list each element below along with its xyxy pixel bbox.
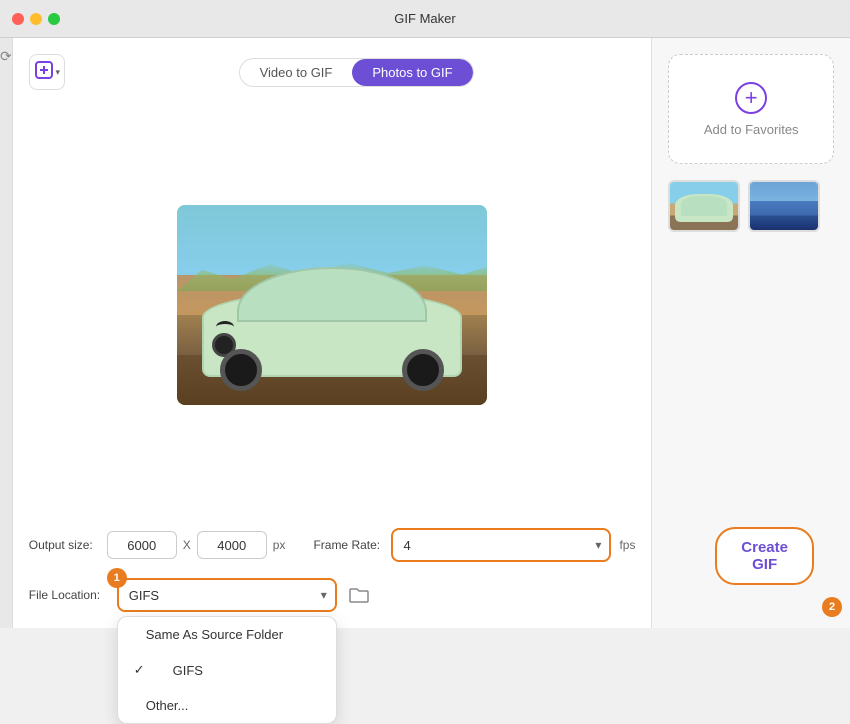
size-row: Output size: X px Frame Rate: 4 8 12 24	[29, 528, 636, 562]
right-panel: + Add to Favorites 2 C	[651, 38, 850, 628]
file-location-badge: 1	[107, 568, 127, 588]
file-location-select[interactable]: Same As Source Folder GIFS Other...	[117, 578, 337, 612]
window-controls	[12, 13, 60, 25]
image-area	[29, 106, 636, 504]
left-sidebar: ⟳	[0, 38, 13, 628]
window-title: GIF Maker	[394, 11, 455, 26]
folder-browse-button[interactable]	[345, 581, 373, 609]
file-location-row: File Location: 1 Same As Source Folder G…	[29, 578, 636, 612]
left-panel: ▾ Video to GIF Photos to GIF	[13, 38, 652, 628]
sidebar-icon[interactable]: ⟳	[0, 48, 12, 65]
tab-group: Video to GIF Photos to GIF	[239, 58, 474, 87]
fps-unit: fps	[619, 538, 635, 552]
frame-rate-group: Frame Rate: 4 8 12 24 fps	[313, 528, 635, 562]
output-size-label: Output size:	[29, 538, 99, 552]
bottom-controls: Output size: X px Frame Rate: 4 8 12 24	[29, 520, 636, 612]
create-gif-button[interactable]: Create GIF	[715, 527, 814, 585]
thumb-bridge-image	[750, 182, 818, 230]
add-button[interactable]: ▾	[29, 54, 65, 90]
plus-symbol: +	[745, 87, 758, 109]
file-location-label: File Location:	[29, 588, 109, 602]
same-as-source-label: Same As Source Folder	[146, 627, 283, 642]
favorites-label: Add to Favorites	[704, 122, 799, 137]
tab-video-to-gif[interactable]: Video to GIF	[240, 59, 353, 86]
main-content: ⟳ ▾ Video to GIF Photos to GIF	[0, 38, 850, 628]
right-panel-bottom: 2 Create GIF	[668, 232, 834, 612]
width-input[interactable]	[107, 531, 177, 559]
file-location-dropdown: Same As Source Folder GIFS Other...	[117, 616, 337, 724]
toolbar: ▾ Video to GIF Photos to GIF	[29, 54, 636, 90]
size-inputs: X px	[107, 531, 286, 559]
add-arrow-icon: ▾	[55, 67, 60, 78]
fps-select-wrapper: 4 8 12 24	[391, 528, 611, 562]
thumbnail-car[interactable]	[668, 180, 740, 232]
x-separator: X	[183, 538, 191, 552]
dropdown-gifs[interactable]: GIFS	[118, 652, 336, 688]
fps-select[interactable]: 4 8 12 24	[391, 528, 611, 562]
dropdown-same-as-source[interactable]: Same As Source Folder	[118, 617, 336, 652]
frame-rate-label: Frame Rate:	[313, 538, 383, 552]
minimize-button[interactable]	[30, 13, 42, 25]
thumbnails-row	[668, 180, 834, 232]
close-button[interactable]	[12, 13, 24, 25]
maximize-button[interactable]	[48, 13, 60, 25]
px-unit: px	[273, 538, 286, 552]
other-label: Other...	[146, 698, 189, 713]
file-location-wrapper: 1 Same As Source Folder GIFS Other...	[117, 578, 337, 612]
dropdown-other[interactable]: Other...	[118, 688, 336, 723]
thumbnail-bridge[interactable]	[748, 180, 820, 232]
tab-photos-to-gif[interactable]: Photos to GIF	[352, 59, 472, 86]
title-bar: GIF Maker	[0, 0, 850, 38]
gifs-label: GIFS	[173, 663, 203, 678]
thumb-car-image	[670, 182, 738, 230]
add-icon	[33, 59, 55, 85]
favorites-plus-icon[interactable]: +	[735, 82, 767, 114]
favorites-area: + Add to Favorites	[668, 54, 834, 164]
file-loc-select-wrapper: Same As Source Folder GIFS Other...	[117, 578, 337, 612]
main-photo	[177, 205, 487, 405]
create-gif-badge: 2	[822, 597, 842, 617]
height-input[interactable]	[197, 531, 267, 559]
